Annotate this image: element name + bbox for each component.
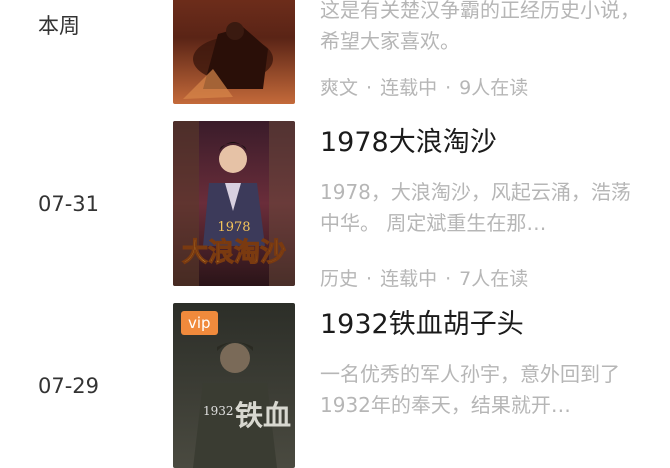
cover-art-man: 1978 大浪淘沙 (173, 121, 295, 286)
meta-separator: · (445, 77, 452, 99)
cover-year: 1978 (217, 220, 250, 235)
vip-badge: vip (181, 311, 218, 335)
book-cover[interactable]: 1932 铁血 vip (173, 303, 295, 468)
update-date: 本周 (38, 14, 80, 38)
update-date: 07-31 (38, 192, 100, 216)
book-item-3[interactable]: 07-29 1932 铁血 vip 1932铁血胡子头 一名优秀的军人孙宇，意外… (0, 286, 670, 468)
book-status: 连载中 (380, 77, 438, 99)
book-item-2[interactable]: 07-31 1978 大浪淘沙 1978大浪淘沙 1978，大浪淘沙，风起云涌，… (0, 104, 670, 290)
cover-title: 铁血 (235, 399, 291, 432)
cover-year: 1932 (203, 404, 234, 418)
book-description: 一名优秀的军人孙宇，意外回到了1932年的奉天，结果就开… (320, 362, 620, 417)
book-item-1[interactable]: 本周 这是有关楚汉争霸的正经历史小说，希望大家喜欢。 爽文 · 连载中 · 9人在读 (0, 0, 670, 104)
meta-separator: · (366, 77, 373, 99)
book-title[interactable]: 1978大浪淘沙 (320, 126, 640, 160)
book-title[interactable]: 1932铁血胡子头 (320, 308, 640, 342)
book-category: 爽文 (320, 77, 359, 99)
cover-title: 大浪淘沙 (182, 237, 286, 268)
book-cover[interactable] (173, 0, 295, 104)
book-cover[interactable]: 1978 大浪淘沙 (173, 121, 295, 286)
reader-count: 9人在读 (459, 77, 529, 99)
book-meta: 爽文 · 连载中 · 9人在读 (320, 73, 640, 100)
update-date: 07-29 (38, 374, 100, 398)
book-description: 这是有关楚汉争霸的正经历史小说，希望大家喜欢。 (320, 0, 640, 53)
cover-art-warrior (173, 0, 295, 104)
book-description: 1978，大浪淘沙，风起云涌，浩荡中华。 周定斌重生在那… (320, 180, 631, 235)
